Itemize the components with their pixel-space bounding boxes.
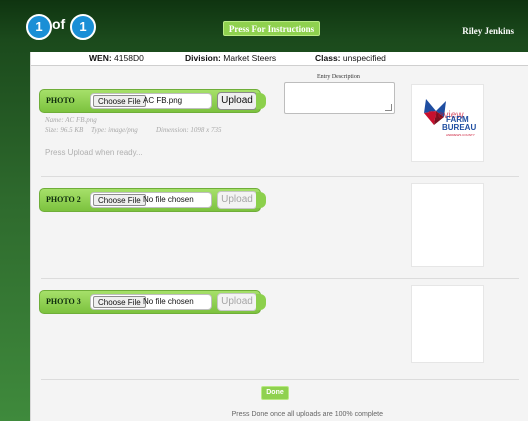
instructions-button[interactable]: Press For Instructions	[223, 21, 320, 36]
photo-2-file-name: No file chosen	[143, 195, 194, 204]
current-step-badge: 1	[26, 14, 52, 40]
wen-value: 4158D0	[114, 53, 144, 63]
division-value: Market Steers	[223, 53, 277, 63]
photo-1-status: Press Upload when ready...	[45, 148, 143, 157]
step-of-label: of	[52, 16, 66, 32]
photo-3-label: PHOTO 3	[46, 297, 81, 306]
wen-label: WEN:	[89, 53, 112, 63]
class-value: unspecified	[342, 53, 386, 63]
photo-2-label: PHOTO 2	[46, 195, 81, 204]
photo-2-thumbnail	[411, 183, 484, 267]
user-name: Riley Jenkins	[462, 26, 514, 36]
section-divider	[41, 379, 519, 380]
photo-3-upload-button[interactable]: Upload	[217, 293, 257, 311]
logo-bureau-text: BUREAU	[442, 123, 476, 132]
photo-3-thumbnail	[411, 285, 484, 363]
division-label: Division:	[185, 53, 221, 63]
division-field: Division: Market Steers	[185, 52, 276, 65]
photo-3-upload-bar: PHOTO 3 Choose File No file chosen Uploa…	[39, 290, 266, 314]
wen-field: WEN: 4158D0	[89, 52, 144, 65]
class-label: Class:	[315, 53, 341, 63]
photo-2-upload-button[interactable]: Upload	[217, 191, 257, 209]
entry-description-label: Entry Description	[317, 74, 360, 80]
photo-1-upload-bar: PHOTO Choose File AC FB.png Upload	[39, 89, 266, 113]
photo-1-label: PHOTO	[46, 96, 75, 105]
photo-2-file-input[interactable]: Choose File No file chosen	[90, 192, 212, 208]
photo-1-thumbnail: Preview FARM BUREAU ANDREWS COUNTY	[411, 84, 484, 162]
photo-3-choose-file-button[interactable]: Choose File	[93, 296, 146, 308]
photo-1-file-name: AC FB.png	[143, 96, 183, 105]
done-button[interactable]: Done	[261, 386, 289, 400]
entry-info-row: WEN: 4158D0 Division: Market Steers Clas…	[31, 52, 528, 66]
photo-1-meta-size: Size: 96.5 KB	[45, 126, 84, 134]
total-steps-badge: 1	[70, 14, 96, 40]
photo-2-choose-file-button[interactable]: Choose File	[93, 194, 146, 206]
photo-2-upload-bar: PHOTO 2 Choose File No file chosen Uploa…	[39, 188, 266, 212]
photo-1-file-input[interactable]: Choose File AC FB.png	[90, 93, 212, 109]
class-field: Class: unspecified	[315, 52, 386, 65]
resize-grip-icon[interactable]	[385, 104, 392, 111]
photo-1-meta-dimension: Dimension: 1098 x 735	[156, 126, 222, 134]
upload-panel: WEN: 4158D0 Division: Market Steers Clas…	[30, 52, 528, 421]
photo-1-upload-button[interactable]: Upload	[217, 92, 257, 110]
section-divider	[41, 176, 519, 177]
top-bar: 1 of 1 Press For Instructions Riley Jenk…	[0, 0, 528, 52]
photo-1-meta-type: Type: image/png	[91, 126, 138, 134]
photo-3-file-name: No file chosen	[143, 297, 194, 306]
photo-1-meta-name: Name: AC FB.png	[45, 116, 97, 124]
farm-bureau-logo: Preview FARM BUREAU ANDREWS COUNTY	[424, 99, 476, 137]
logo-county-text: ANDREWS COUNTY	[446, 133, 475, 137]
section-divider	[41, 278, 519, 279]
entry-description-textarea[interactable]	[284, 82, 395, 114]
photo-3-file-input[interactable]: Choose File No file chosen	[90, 294, 212, 310]
done-instructions-note: Press Done once all uploads are 100% com…	[231, 411, 383, 418]
photo-1-choose-file-button[interactable]: Choose File	[93, 95, 146, 107]
